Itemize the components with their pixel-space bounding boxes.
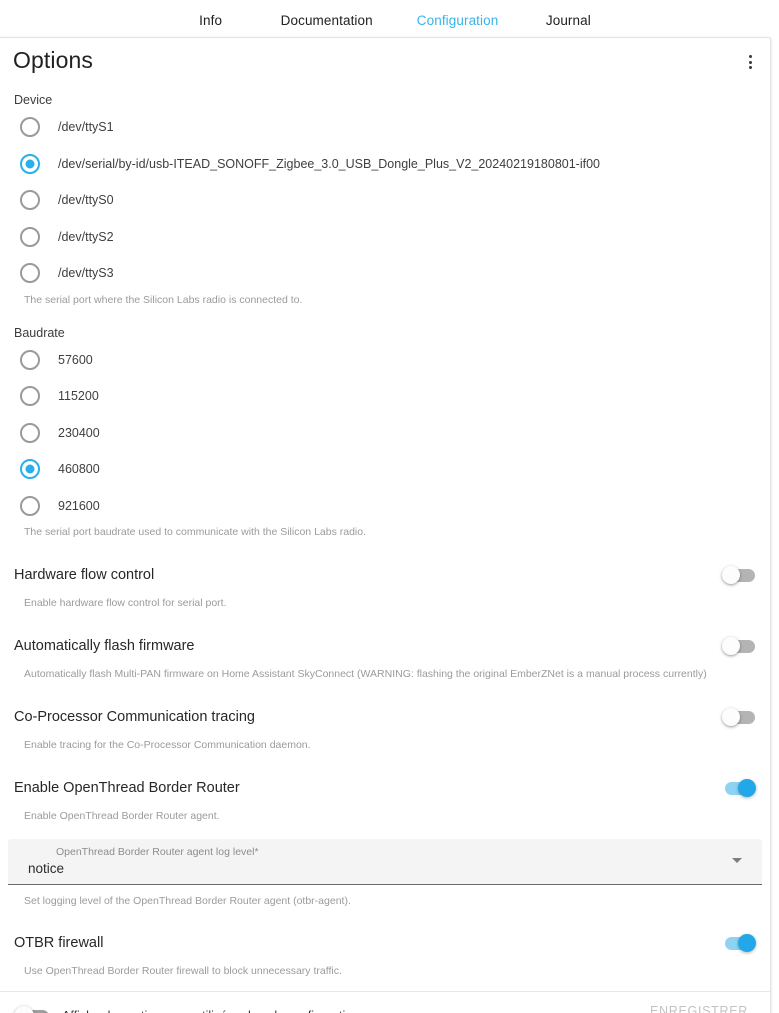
setting-title: Enable OpenThread Border Router	[14, 780, 240, 796]
radio-label: /dev/serial/by-id/usb-ITEAD_SONOFF_Zigbe…	[58, 156, 600, 171]
toggle-hardware-flow-control[interactable]	[722, 565, 756, 585]
radio-baudrate-230400[interactable]: 230400	[14, 415, 756, 452]
tab-bar: Info Documentation Configuration Journal	[0, 0, 779, 41]
card-footer: ENREGISTRER	[0, 991, 770, 1013]
setting-title: Hardware flow control	[14, 567, 155, 583]
radio-icon	[20, 422, 40, 443]
radio-device-usb-dongle[interactable]: /dev/serial/by-id/usb-ITEAD_SONOFF_Zigbe…	[14, 146, 756, 183]
baudrate-helper-text: The serial port baudrate used to communi…	[24, 526, 367, 538]
page-title: Options	[13, 47, 93, 73]
setting-helper-text: Use OpenThread Border Router firewall to…	[24, 965, 342, 977]
radio-label: /dev/ttyS0	[58, 193, 114, 208]
setting-title: OTBR firewall	[14, 935, 104, 951]
baudrate-group-label: Baudrate	[14, 325, 65, 340]
setting-helper-text: Enable tracing for the Co-Processor Comm…	[24, 739, 311, 751]
tab-configuration[interactable]: Configuration	[394, 0, 521, 41]
radio-label: 57600	[58, 352, 93, 367]
setting-title: Co-Processor Communication tracing	[14, 709, 255, 725]
toggle-thumb	[722, 637, 740, 655]
toggle-thumb	[722, 566, 740, 584]
setting-helper-text: Enable hardware flow control for serial …	[24, 597, 227, 609]
setting-helper-text: Automatically flash Multi-PAN firmware o…	[24, 668, 707, 680]
setting-cpc-tracing: Co-Processor Communication tracing Enabl…	[14, 707, 756, 752]
toggle-enable-otbr[interactable]	[722, 778, 756, 798]
radio-icon	[20, 263, 40, 284]
radio-label: /dev/ttyS2	[58, 229, 114, 244]
setting-otbr-firewall: OTBR firewall Use OpenThread Border Rout…	[14, 933, 756, 978]
setting-enable-otbr: Enable OpenThread Border Router Enable O…	[14, 778, 756, 823]
device-helper-text: The serial port where the Silicon Labs r…	[24, 293, 303, 306]
select-value: notice	[28, 861, 65, 876]
radio-baudrate-57600[interactable]: 57600	[14, 342, 756, 379]
radio-icon	[20, 226, 40, 247]
toggle-cpc-tracing[interactable]	[722, 707, 756, 727]
tab-documentation-label: Documentation	[280, 13, 373, 28]
tab-journal-label: Journal	[545, 13, 591, 28]
radio-label: /dev/ttyS1	[58, 120, 114, 135]
radio-icon	[20, 190, 40, 211]
tab-info-label: Info	[199, 13, 223, 28]
options-card: Options Device /dev/ttyS1 /dev/serial/by…	[0, 37, 771, 1013]
radio-label: /dev/ttyS3	[58, 266, 114, 281]
toggle-thumb	[722, 708, 740, 726]
radio-icon	[20, 386, 40, 407]
save-button[interactable]: ENREGISTRER	[642, 998, 756, 1013]
radio-device-ttyS0[interactable]: /dev/ttyS0	[14, 182, 756, 219]
toggle-otbr-firewall[interactable]	[722, 933, 756, 953]
otbr-log-level-helper-text: Set logging level of the OpenThread Bord…	[24, 895, 351, 907]
toggle-thumb	[738, 934, 756, 952]
radio-device-ttyS3[interactable]: /dev/ttyS3	[14, 255, 756, 292]
radio-baudrate-921600[interactable]: 921600	[14, 488, 756, 525]
tab-documentation[interactable]: Documentation	[259, 0, 395, 41]
radio-icon-selected	[20, 459, 40, 480]
radio-baudrate-460800[interactable]: 460800	[14, 451, 756, 488]
radio-label: 460800	[58, 462, 100, 477]
setting-auto-flash-firmware: Automatically flash firmware Automatical…	[14, 636, 756, 681]
setting-hardware-flow-control: Hardware flow control Enable hardware fl…	[14, 565, 756, 610]
chevron-down-icon	[732, 858, 742, 863]
app-root: Info Documentation Configuration Journal…	[0, 0, 779, 1013]
tab-journal[interactable]: Journal	[520, 0, 616, 41]
toggle-thumb	[738, 779, 756, 797]
radio-device-ttyS2[interactable]: /dev/ttyS2	[14, 219, 756, 256]
select-floating-label: OpenThread Border Router agent log level…	[56, 846, 259, 858]
setting-helper-text: Enable OpenThread Border Router agent.	[24, 810, 220, 822]
radio-device-ttyS1[interactable]: /dev/ttyS1	[14, 109, 756, 146]
radio-label: 115200	[58, 389, 99, 404]
otbr-log-level-select[interactable]: OpenThread Border Router agent log level…	[8, 839, 762, 885]
radio-icon	[20, 349, 40, 370]
setting-title: Automatically flash firmware	[14, 638, 195, 654]
radio-icon	[20, 495, 40, 516]
radio-label: 921600	[58, 498, 100, 513]
radio-icon-selected	[20, 153, 40, 174]
tab-info[interactable]: Info	[163, 0, 259, 41]
more-vertical-icon[interactable]	[734, 46, 766, 78]
toggle-auto-flash-firmware[interactable]	[722, 636, 756, 656]
radio-icon	[20, 117, 40, 138]
tab-configuration-label: Configuration	[416, 13, 499, 28]
radio-baudrate-115200[interactable]: 115200	[14, 378, 756, 415]
device-group-label: Device	[14, 93, 53, 107]
radio-label: 230400	[58, 425, 100, 440]
